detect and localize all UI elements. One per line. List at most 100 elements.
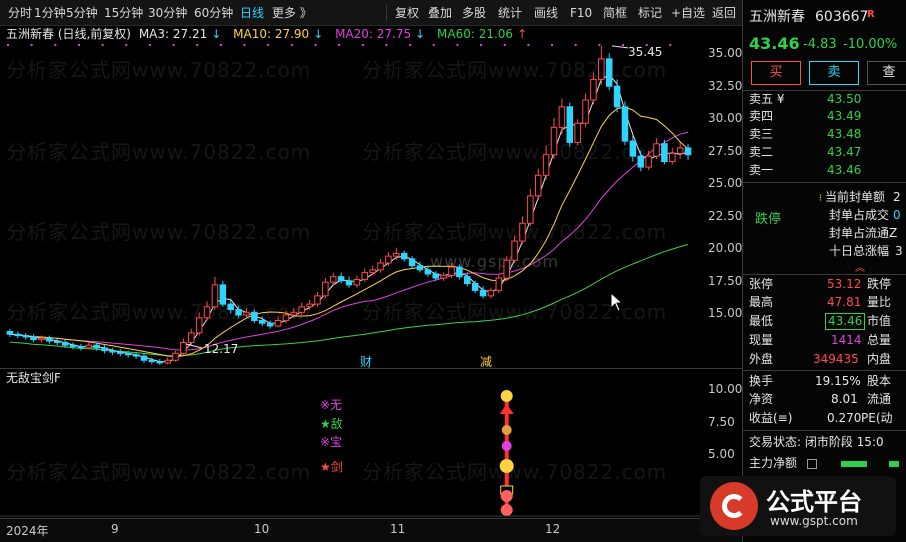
candle-body — [558, 106, 566, 128]
logo-title: 公式平台 — [766, 488, 862, 516]
rating-badge: R — [867, 9, 875, 20]
stat-value: 349435 — [813, 352, 859, 366]
mouse-cursor-icon — [610, 292, 624, 312]
candle-body — [46, 337, 53, 342]
top-marker — [527, 44, 530, 46]
top-marker — [148, 44, 151, 46]
kline-chart[interactable]: 五洲新春 (日线,前复权) MA3: 27.21 ↓ MA10: 27.90 ↓ M… — [0, 26, 743, 369]
y-tick: 15.00 — [708, 306, 743, 320]
candle-body — [77, 346, 85, 349]
candle-body — [329, 276, 337, 283]
tab-more[interactable]: 更多 》 — [272, 5, 312, 21]
ask1-label: 卖一 — [749, 163, 774, 177]
query-button[interactable]: 查 — [867, 61, 906, 85]
buy-button[interactable]: 买 — [751, 61, 801, 85]
top-marker — [125, 44, 128, 46]
tab-30min[interactable]: 30分钟 — [148, 5, 187, 21]
candle-body — [219, 284, 227, 305]
stat-label: 外盘 — [749, 352, 774, 366]
tab-60min[interactable]: 60分钟 — [194, 5, 233, 21]
candle-body — [306, 303, 313, 308]
candle-body — [298, 306, 305, 313]
net-flow-label: 主力净额 — [749, 456, 798, 470]
net-flow-toggle[interactable] — [807, 459, 817, 469]
signal-label: ※无 — [320, 398, 343, 412]
indicator-chart[interactable]: 无敌宝剑F 分析家公式网www.70822.com 分析家公式网www.7082… — [0, 368, 742, 518]
simple-frame-button[interactable]: 简框 — [603, 5, 627, 21]
tab-5min[interactable]: 5分钟 — [66, 5, 98, 21]
ask2-price[interactable]: 43.47 — [827, 144, 861, 161]
candle-body — [148, 359, 156, 363]
tab-daily[interactable]: 日线 — [240, 5, 264, 21]
candle-body — [14, 333, 22, 337]
ask5-label: 卖五 ¥ — [749, 92, 785, 106]
logo-url: www.gspt.com — [770, 514, 858, 528]
tab-fenshi[interactable]: 分时 — [8, 5, 32, 21]
stat-label: 最低 — [749, 314, 774, 328]
candle-body — [661, 143, 668, 163]
multi-stock-button[interactable]: 多股 — [462, 5, 486, 21]
stat-label: 市值 — [867, 314, 892, 328]
trade-status: 交易状态: 闭市阶段 15:0 — [749, 435, 884, 449]
candle-body — [542, 154, 550, 176]
top-marker — [432, 44, 435, 46]
candle-body — [53, 340, 61, 343]
candle-body — [140, 355, 148, 361]
seal-label: 十日总涨幅 — [829, 244, 890, 258]
candle-body — [361, 272, 369, 280]
seal-value: 2 — [893, 190, 901, 204]
seal-value: 0 — [893, 208, 901, 222]
ma10-line — [9, 106, 689, 358]
candle-body — [322, 281, 329, 297]
candle-body — [448, 266, 455, 276]
stat-value: 47.81 — [827, 295, 862, 309]
top-marker — [361, 44, 364, 46]
overlay-button[interactable]: 叠加 — [428, 5, 452, 21]
y-tick: 27.50 — [708, 144, 743, 158]
candle-body — [314, 295, 321, 305]
ask1-price[interactable]: 43.46 — [827, 162, 861, 179]
stat-label: PE(动 — [861, 411, 893, 425]
top-marker — [243, 44, 246, 46]
f10-button[interactable]: F10 — [570, 5, 592, 21]
candle-body — [345, 280, 353, 286]
stat-value: 53.12 — [827, 277, 862, 291]
sell-button[interactable]: 卖 — [809, 61, 859, 85]
tab-1min[interactable]: 1分钟 — [34, 5, 66, 21]
stock-code: 603667 — [815, 9, 869, 25]
ask3-price[interactable]: 43.48 — [827, 126, 861, 143]
statistics-button[interactable]: 统计 — [498, 5, 522, 21]
candle-body — [235, 309, 242, 316]
top-marker — [101, 44, 104, 46]
candle-body — [432, 273, 439, 279]
candle-body — [440, 274, 447, 279]
candle-body — [582, 99, 589, 124]
candle-body — [471, 283, 479, 291]
candle-body — [369, 269, 376, 274]
top-marker — [503, 44, 506, 46]
y-tick: 30.00 — [708, 111, 743, 125]
ask5-price[interactable]: 43.50 — [827, 91, 861, 108]
candle-body — [188, 332, 195, 343]
y-tick: 20.00 — [708, 241, 743, 255]
ask4-price[interactable]: 43.49 — [827, 108, 861, 125]
draw-line-button[interactable]: 画线 — [534, 5, 558, 21]
top-marker — [54, 44, 57, 46]
candle-body — [164, 359, 171, 364]
candle-body — [519, 222, 526, 242]
low-price-label: 12.17 — [204, 342, 239, 356]
site-logo: 公式平台 www.gspt.com — [700, 476, 896, 536]
coin-icon — [500, 390, 513, 402]
adjust-button[interactable]: 复权 — [395, 5, 419, 21]
stat-label: 内盘 — [867, 352, 892, 366]
divider — [743, 274, 906, 275]
ball-icon — [500, 504, 513, 516]
back-button[interactable]: 返回 — [712, 5, 736, 21]
tab-15min[interactable]: 15分钟 — [104, 5, 143, 21]
candle-body — [211, 284, 219, 308]
mark-button[interactable]: 标记 — [638, 5, 662, 21]
stat-value: 19.15% — [815, 374, 861, 388]
add-watchlist-button[interactable]: +自选 — [671, 5, 705, 21]
smiley-icon — [499, 459, 514, 473]
x-tick: 9 — [111, 522, 119, 536]
